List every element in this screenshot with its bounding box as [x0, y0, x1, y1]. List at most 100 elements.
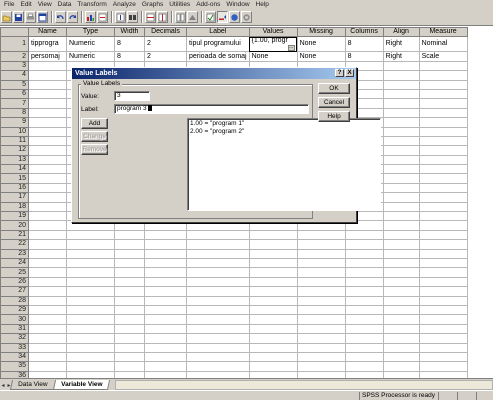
column-header-columns[interactable]: Columns	[344, 27, 384, 38]
grid-cell[interactable]	[418, 286, 468, 297]
grid-cell[interactable]	[144, 286, 187, 297]
grid-cell[interactable]	[28, 267, 67, 278]
menu-utilities[interactable]: Utilities	[166, 0, 193, 9]
grid-cell[interactable]	[344, 295, 384, 306]
grid-cell[interactable]	[144, 239, 187, 250]
grid-cell[interactable]	[418, 267, 468, 278]
grid-cell[interactable]	[66, 323, 115, 335]
grid-cell[interactable]: 2	[144, 51, 187, 62]
grid-cell[interactable]	[382, 135, 420, 147]
column-header-measure[interactable]: Measure	[418, 27, 468, 38]
grid-cell[interactable]	[66, 361, 115, 372]
grid-cell[interactable]: tipprogra	[28, 36, 67, 53]
grid-cell[interactable]	[66, 276, 115, 288]
column-header-label[interactable]: Label	[186, 27, 250, 38]
grid-cell[interactable]	[66, 342, 115, 353]
grid-cell[interactable]	[248, 361, 298, 372]
grid-cell[interactable]	[248, 351, 298, 363]
grid-cell[interactable]	[28, 201, 67, 213]
grid-cell[interactable]	[248, 295, 298, 306]
menu-transform[interactable]: Transform	[74, 0, 109, 9]
grid-cell[interactable]	[28, 276, 67, 288]
variables-button[interactable]	[115, 11, 126, 23]
grid-cell[interactable]	[28, 314, 67, 325]
grid-cell[interactable]	[28, 229, 67, 241]
grid-cell[interactable]	[28, 173, 67, 184]
grid-cell[interactable]	[66, 239, 115, 250]
grid-cell[interactable]	[382, 201, 420, 213]
row-header[interactable]: 24	[0, 257, 29, 269]
grid-cell[interactable]	[418, 126, 468, 137]
grid-cell[interactable]	[296, 333, 346, 344]
grid-cell[interactable]	[144, 229, 187, 241]
dialog-close-icon[interactable]: X	[345, 69, 354, 77]
row-header[interactable]: 10	[0, 126, 29, 137]
grid-cell[interactable]	[114, 361, 145, 372]
grid-cell[interactable]	[382, 192, 420, 203]
menu-file[interactable]: File	[1, 0, 17, 9]
grid-cell[interactable]	[382, 239, 420, 250]
grid-cell[interactable]	[186, 248, 250, 260]
grid-cell[interactable]	[418, 98, 468, 109]
grid-cell[interactable]	[418, 135, 468, 147]
grid-cell[interactable]	[66, 333, 115, 344]
row-header[interactable]: 26	[0, 276, 29, 288]
row-header[interactable]: 32	[0, 333, 29, 344]
grid-cell[interactable]	[418, 333, 468, 344]
grid-cell[interactable]	[344, 286, 384, 297]
grid-cell[interactable]	[296, 370, 346, 378]
grid-cell[interactable]	[186, 257, 250, 269]
grid-cell[interactable]	[344, 239, 384, 250]
grid-cell[interactable]	[144, 276, 187, 288]
menu-help[interactable]: Help	[253, 0, 272, 9]
change-button[interactable]: Change	[81, 131, 108, 142]
grid-cell[interactable]: Numeric	[66, 36, 115, 53]
print-button[interactable]	[25, 11, 36, 23]
grid-cell[interactable]	[28, 220, 67, 231]
row-header[interactable]: 13	[0, 154, 29, 166]
grid-cell[interactable]	[296, 314, 346, 325]
grid-cell[interactable]: perioada de somaj	[186, 51, 250, 62]
grid-cell[interactable]	[114, 351, 145, 363]
grid-cell[interactable]	[186, 239, 250, 250]
grid-cell[interactable]	[418, 276, 468, 288]
grid-cell[interactable]	[382, 333, 420, 344]
grid-cell[interactable]	[418, 201, 468, 213]
row-header[interactable]: 34	[0, 351, 29, 363]
goto-case-button[interactable]	[97, 11, 108, 23]
grid-cell[interactable]	[248, 333, 298, 344]
horizontal-scrollbar[interactable]	[114, 380, 493, 390]
grid-cell[interactable]	[344, 276, 384, 288]
grid-cell[interactable]	[296, 342, 346, 353]
grid-cell[interactable]: Right	[382, 36, 420, 53]
row-header[interactable]: 23	[0, 248, 29, 260]
grid-cell[interactable]	[344, 361, 384, 372]
grid-cell[interactable]: {1.00, progr ···	[248, 36, 298, 53]
grid-cell[interactable]	[418, 79, 468, 90]
row-header[interactable]: 21	[0, 229, 29, 241]
grid-cell[interactable]	[344, 267, 384, 278]
grid-cell[interactable]	[418, 314, 468, 325]
dialog-titlebar[interactable]: Value Labels ? X	[72, 68, 356, 79]
grid-cell[interactable]	[418, 192, 468, 203]
grid-cell[interactable]	[248, 248, 298, 260]
grid-cell[interactable]	[28, 257, 67, 269]
grid-cell[interactable]	[248, 229, 298, 241]
grid-cell[interactable]	[186, 295, 250, 306]
grid-cell[interactable]	[296, 361, 346, 372]
grid-cell[interactable]	[382, 126, 420, 137]
insert-cases-button[interactable]	[145, 11, 156, 23]
grid-cell[interactable]	[418, 239, 468, 250]
grid-cell[interactable]	[418, 88, 468, 100]
grid-cell[interactable]	[382, 154, 420, 166]
grid-cell[interactable]	[144, 248, 187, 260]
grid-cell[interactable]	[418, 248, 468, 260]
menu-analyze[interactable]: Analyze	[110, 0, 139, 9]
grid-cell[interactable]	[114, 342, 145, 353]
grid-cell[interactable]	[28, 88, 67, 100]
grid-cell[interactable]	[344, 257, 384, 269]
row-header[interactable]: 3	[0, 60, 29, 72]
grid-cell[interactable]	[418, 342, 468, 353]
grid-cell[interactable]	[344, 333, 384, 344]
split-file-button[interactable]	[175, 11, 186, 23]
